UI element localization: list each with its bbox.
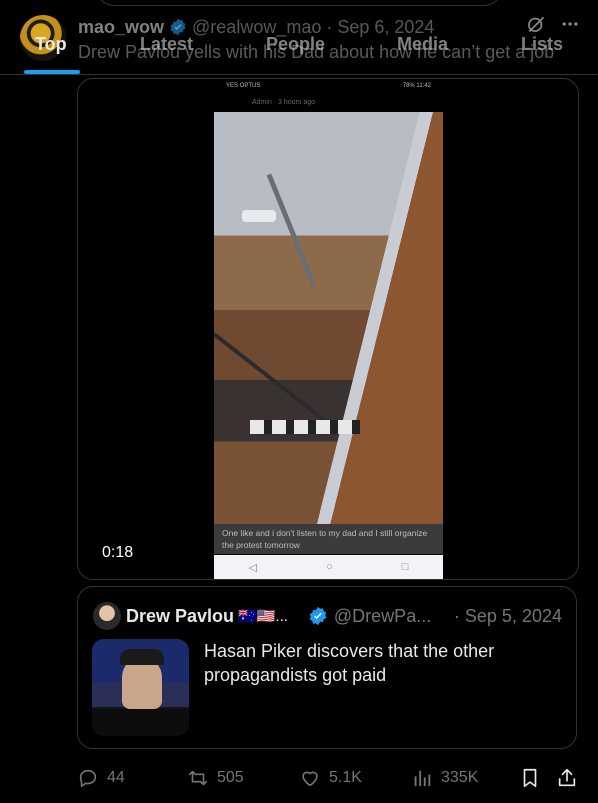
phone-carrier: YES OPTUS <box>226 83 261 89</box>
stair-rail <box>266 173 317 287</box>
like-count: 5.1K <box>329 769 362 786</box>
tab-people[interactable]: People <box>266 34 325 55</box>
home-icon: ○ <box>326 561 333 573</box>
phone-status-bar: YES OPTUS 78% 11:42 <box>214 81 443 91</box>
like-button[interactable]: 5.1K <box>299 763 362 793</box>
quote-text: Hasan Piker discovers that the other pro… <box>204 641 495 685</box>
divider <box>0 74 598 75</box>
tab-lists[interactable]: Lists <box>521 34 563 55</box>
back-icon: ◁ <box>248 561 257 574</box>
quoted-tweet[interactable]: Drew Pavlou 🇦🇺🇺🇸... @DrewPa... · Sep 5, … <box>77 586 577 749</box>
like-icon <box>302 771 318 787</box>
bookmark-icon <box>523 768 537 788</box>
stair-rail-dark <box>214 332 342 435</box>
thumb-hat <box>120 649 164 665</box>
reply-icon <box>79 769 97 788</box>
bookmark-button[interactable] <box>519 763 541 793</box>
share-icon <box>558 768 576 787</box>
phone-battery-time: 78% 11:42 <box>402 83 431 89</box>
stair-clamps <box>250 420 360 434</box>
quote-handle[interactable]: @DrewPa... <box>334 606 431 627</box>
verified-badge-icon <box>309 606 327 626</box>
video-player[interactable]: YES OPTUS 78% 11:42 Admin · 3 hours ago … <box>77 78 579 580</box>
video-frame: YES OPTUS 78% 11:42 Admin · 3 hours ago … <box>214 79 443 579</box>
quote-thumbnail[interactable] <box>92 639 189 736</box>
tab-bar: Top Latest People Media Lists <box>0 30 598 74</box>
repost-count: 505 <box>217 769 244 786</box>
video-content <box>214 112 443 524</box>
repost-icon <box>188 770 208 786</box>
quote-flags: 🇦🇺🇺🇸... <box>238 608 288 625</box>
tab-latest[interactable]: Latest <box>140 34 193 55</box>
phone-nav-bar: ◁ ○ □ <box>214 555 443 579</box>
views-icon <box>414 770 431 787</box>
share-button[interactable] <box>556 763 578 793</box>
reply-count: 44 <box>107 769 125 786</box>
phone-post-meta: Admin · 3 hours ago <box>252 99 316 106</box>
view-count: 335K <box>441 769 479 786</box>
quote-avatar[interactable] <box>93 602 121 630</box>
tab-top[interactable]: Top <box>35 34 67 55</box>
tab-media[interactable]: Media <box>397 34 448 55</box>
repost-button[interactable]: 505 <box>187 763 244 793</box>
quote-header: Drew Pavlou 🇦🇺🇺🇸... @DrewPa... · Sep 5, … <box>126 605 562 627</box>
quote-date[interactable]: · Sep 5, 2024 <box>454 606 562 627</box>
recents-icon: □ <box>401 561 409 573</box>
video-duration: 0:18 <box>102 544 134 561</box>
thumb-desk <box>92 709 189 736</box>
action-bar: 44 505 5.1K 335K <box>77 763 582 793</box>
search-pill-edge <box>96 0 502 6</box>
video-caption: One like and i don't listen to my dad an… <box>214 524 443 554</box>
glass-bracket <box>242 210 276 222</box>
quote-display-name[interactable]: Drew Pavlou <box>126 606 234 627</box>
reply-button[interactable]: 44 <box>77 763 125 793</box>
views-button[interactable]: 335K <box>411 763 478 793</box>
